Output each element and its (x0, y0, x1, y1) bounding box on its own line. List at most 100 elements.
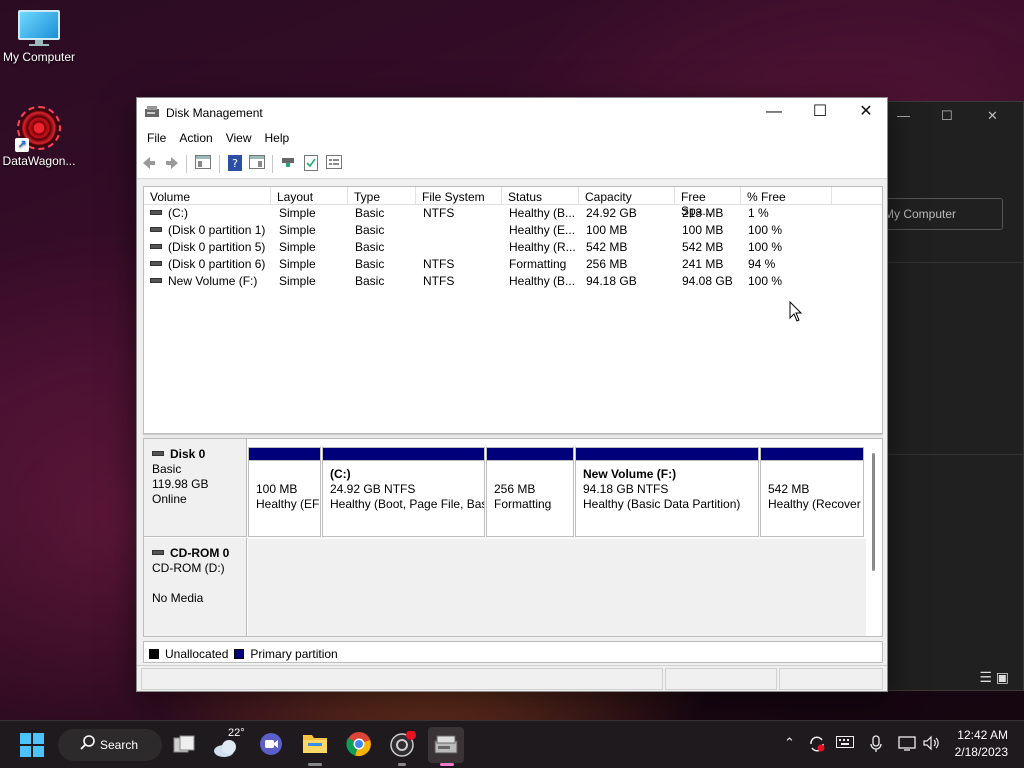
maximize-button[interactable]: ☐ (797, 98, 843, 128)
address-bar[interactable]: My Computer (883, 198, 1003, 230)
file-explorer-icon[interactable] (302, 731, 328, 759)
cdrom-0-area[interactable] (248, 539, 868, 636)
column-header-file-system[interactable]: File System (416, 187, 502, 205)
cdrom-drive-icon (152, 550, 164, 556)
volume-icon[interactable] (922, 735, 940, 754)
search-button[interactable]: Search (58, 729, 162, 761)
partition-bar (487, 448, 573, 461)
minimize-icon[interactable]: — (897, 108, 910, 123)
volume-icon (150, 210, 162, 216)
show-hidden-icons-chevron-icon[interactable]: ⌃ (784, 735, 795, 751)
minimize-button[interactable]: — (751, 98, 797, 128)
table-cell: 94 % (748, 257, 776, 271)
check-properties-icon[interactable] (303, 155, 319, 171)
table-cell: 100 % (748, 240, 783, 254)
mouse-cursor-icon (789, 301, 803, 322)
legend-swatch-unallocated (149, 649, 159, 659)
menu-help[interactable]: Help (265, 128, 297, 149)
volume-icon (150, 261, 162, 267)
close-icon[interactable]: ✕ (987, 108, 998, 124)
table-cell: 94.08 GB (682, 274, 733, 288)
menu-action[interactable]: Action (179, 128, 219, 149)
table-row[interactable]: (Disk 0 partition 6) Simple Basic NTFS Forma… (144, 256, 882, 273)
volume-list[interactable]: Volume Layout Type File System Status Ca… (143, 186, 883, 434)
partition-efi[interactable]: 100 MB Healthy (EF (248, 447, 321, 537)
disk-map-scrollbar[interactable] (866, 439, 882, 636)
column-header-free-space[interactable]: Free Spa... (675, 187, 741, 218)
table-cell: NTFS (423, 257, 455, 271)
column-header-status[interactable]: Status (502, 187, 579, 205)
disk-size: 119.98 GB (152, 477, 209, 491)
table-cell: Basic (355, 257, 385, 271)
cloud-icon (214, 740, 236, 757)
weather-widget[interactable]: 22° (212, 727, 246, 759)
partition-6[interactable]: 256 MB Formatting (486, 447, 574, 537)
keyboard-icon[interactable] (836, 735, 854, 752)
menu-view[interactable]: View (226, 128, 259, 149)
table-row[interactable]: (C:) Simple Basic NTFS Healthy (B... 24.92 GB… (144, 205, 882, 222)
table-row[interactable]: (Disk 0 partition 5) Simple Basic Healthy (… (144, 239, 882, 256)
toolbar-separator (272, 155, 273, 173)
table-row[interactable]: (Disk 0 partition 1) Simple Basic Healthy (… (144, 222, 882, 239)
partition-c[interactable]: (C:) 24.92 GB NTFS Healthy (Boot, Page Fil… (322, 447, 485, 537)
partition-recovery[interactable]: 542 MB Healthy (Recover (760, 447, 864, 537)
disk-0-label[interactable]: Disk 0 Basic 119.98 GB Online (144, 439, 247, 537)
status-segment (665, 668, 777, 690)
table-cell: New Volume (F:) (150, 274, 270, 288)
chrome-icon[interactable] (346, 731, 372, 759)
disk-type: CD-ROM (D:) (152, 561, 225, 575)
network-icon[interactable] (898, 735, 916, 754)
disk-management-icon (145, 106, 159, 117)
desktop-icon-my-computer[interactable]: My Computer (0, 10, 78, 64)
maximize-icon[interactable]: ☐ (941, 108, 953, 124)
show-hide-console-tree-icon[interactable] (195, 155, 211, 171)
toolbar: ? (137, 149, 887, 179)
disk-drive-icon (152, 451, 164, 457)
divider (887, 454, 1024, 455)
table-cell: Simple (279, 206, 316, 220)
desktop-icon-datawagon[interactable]: ↗ DataWagon... (0, 106, 78, 168)
list-view-icon[interactable] (326, 155, 342, 171)
table-cell: 100 MB (586, 223, 628, 237)
volume-name: New Volume (F:) (168, 274, 258, 288)
scrollbar-thumb[interactable] (872, 453, 875, 571)
obs-icon[interactable] (390, 730, 416, 759)
table-cell: Formatting (509, 257, 567, 271)
table-row[interactable]: New Volume (F:) Simple Basic NTFS Healthy (B… (144, 273, 882, 290)
connect-virtual-disk-icon[interactable] (280, 155, 296, 171)
title-bar: Disk Management — ☐ ✕ (137, 98, 887, 128)
show-hide-action-pane-icon[interactable] (249, 155, 265, 171)
column-header-layout[interactable]: Layout (271, 187, 348, 205)
disk-management-taskbar-icon[interactable] (428, 727, 464, 763)
status-segment (779, 668, 883, 690)
sync-icon[interactable] (808, 735, 826, 756)
clock[interactable]: 12:42 AM 2/18/2023 (955, 727, 1008, 761)
column-header-type[interactable]: Type (348, 187, 416, 205)
table-cell: Simple (279, 223, 316, 237)
task-view-icon[interactable] (172, 731, 196, 759)
microphone-icon[interactable] (870, 735, 882, 756)
desktop-icon-label: DataWagon... (2, 154, 76, 168)
table-cell: Basic (355, 206, 385, 220)
table-cell: Simple (279, 240, 316, 254)
table-cell: 100 % (748, 274, 783, 288)
volume-icon (150, 244, 162, 250)
column-header-percent-free[interactable]: % Free (741, 187, 832, 205)
column-header-volume[interactable]: Volume (144, 187, 271, 205)
partition-f[interactable]: New Volume (F:) 94.18 GB NTFS Healthy (Bas… (575, 447, 759, 537)
column-header-capacity[interactable]: Capacity (579, 187, 675, 205)
close-button[interactable]: ✕ (843, 98, 889, 128)
view-toggle-icons[interactable]: ☰ ▣ (979, 669, 1009, 686)
menu-file[interactable]: File (147, 128, 173, 149)
back-arrow-icon[interactable] (141, 155, 157, 171)
cdrom-0-label[interactable]: CD-ROM 0 CD-ROM (D:) No Media (144, 538, 247, 636)
disk-management-window: Disk Management — ☐ ✕ File Action View H… (136, 97, 888, 692)
forward-arrow-icon[interactable] (164, 155, 180, 171)
help-icon[interactable]: ? (227, 155, 243, 171)
background-window[interactable]: — ☐ ✕ My Computer ☰ ▣ (883, 101, 1024, 691)
table-cell: Healthy (R... (509, 240, 576, 254)
taskbar: Search 22° ⌃ 12:42 AM 2/18/2023 (0, 720, 1024, 768)
start-button[interactable] (20, 733, 44, 757)
chat-icon[interactable] (258, 731, 284, 759)
clock-time: 12:42 AM (957, 728, 1008, 742)
